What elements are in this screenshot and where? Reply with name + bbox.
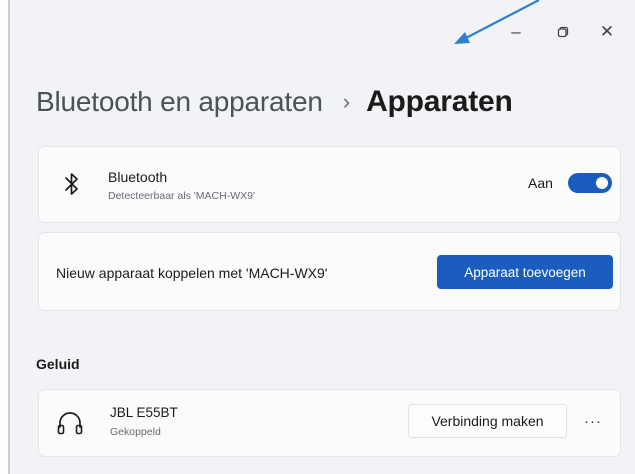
page-title: Apparaten: [366, 85, 513, 118]
device-list-item[interactable]: JBL E55BT Gekoppeld Verbinding maken ···: [38, 389, 621, 457]
close-button[interactable]: ✕: [587, 14, 627, 50]
pair-device-label: Nieuw apparaat koppelen met 'MACH-WX9': [56, 265, 328, 281]
settings-window: – ✕ Bluetooth en apparaten › Apparaten B…: [8, 0, 635, 474]
bluetooth-icon: [65, 173, 78, 195]
add-device-button[interactable]: Apparaat toevoegen: [437, 255, 613, 289]
pair-device-card: Nieuw apparaat koppelen met 'MACH-WX9' A…: [38, 232, 621, 311]
device-status: Gekoppeld: [110, 426, 161, 438]
annotation-arrow-icon: [454, 0, 540, 44]
maximize-icon: [557, 26, 569, 38]
more-options-button[interactable]: ···: [576, 404, 610, 438]
breadcrumb: Bluetooth en apparaten › Apparaten: [36, 80, 513, 124]
bluetooth-card: Bluetooth Detecteerbaar als 'MACH-WX9' A…: [38, 146, 621, 223]
device-name: JBL E55BT: [110, 405, 178, 420]
bluetooth-toggle[interactable]: [568, 173, 612, 193]
toggle-knob: [596, 177, 608, 189]
section-heading-audio: Geluid: [36, 356, 80, 372]
breadcrumb-separator: ›: [342, 89, 351, 114]
bluetooth-subtitle: Detecteerbaar als 'MACH-WX9': [108, 190, 255, 202]
headphones-icon: [57, 412, 83, 435]
connect-button[interactable]: Verbinding maken: [408, 404, 567, 438]
bluetooth-title: Bluetooth: [108, 169, 168, 185]
bluetooth-toggle-label: Aan: [528, 175, 553, 191]
breadcrumb-parent-link[interactable]: Bluetooth en apparaten: [36, 86, 323, 118]
